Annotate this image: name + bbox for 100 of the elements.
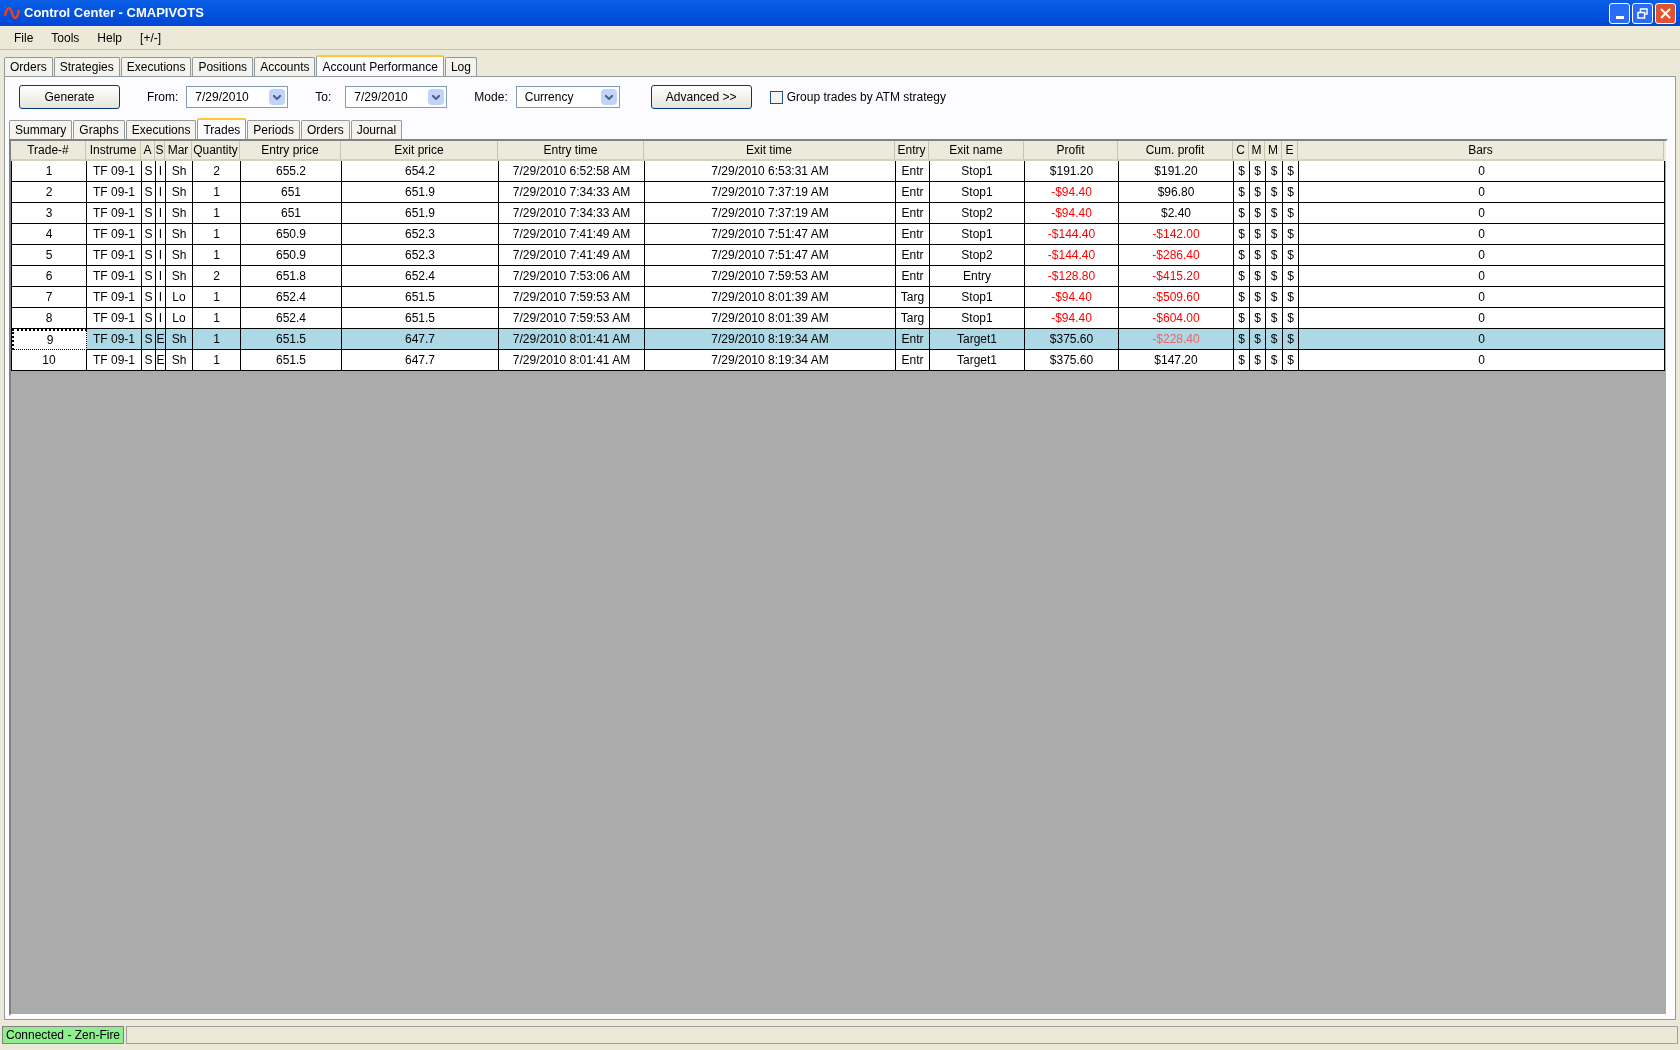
tab[interactable]: Graphs	[73, 120, 125, 139]
table-cell: 650.9	[241, 224, 342, 245]
table-cell: I	[156, 203, 166, 224]
tab[interactable]: Periods	[247, 120, 300, 139]
table-cell: TF 09-1	[87, 308, 142, 329]
from-date-picker[interactable]: 7/29/2010	[186, 86, 289, 108]
table-cell: 651	[241, 182, 342, 203]
table-cell: S	[142, 224, 156, 245]
table-cell: Entr	[896, 245, 930, 266]
tab[interactable]: Orders	[301, 120, 350, 139]
table-cell: $	[1234, 308, 1250, 329]
table-cell: -$286.40	[1119, 245, 1234, 266]
menu-item[interactable]: [+/-]	[132, 28, 170, 47]
menu-item[interactable]: Tools	[43, 28, 88, 47]
table-cell: 651.5	[342, 287, 499, 308]
tab[interactable]: Trades	[197, 118, 247, 140]
table-cell: $	[1266, 182, 1283, 203]
tab[interactable]: Accounts	[254, 57, 316, 76]
table-cell: 1	[193, 224, 241, 245]
minimize-button[interactable]	[1609, 2, 1630, 24]
table-cell: Entr	[896, 329, 930, 350]
table-cell: $	[1266, 329, 1283, 350]
table-cell: $	[1250, 287, 1266, 308]
table-cell: S	[142, 161, 156, 182]
table-cell: Stop1	[930, 224, 1025, 245]
table-cell: 1	[193, 329, 241, 350]
tab[interactable]: Orders	[4, 57, 53, 76]
table-cell: $375.60	[1025, 350, 1119, 371]
table-cell: 7/29/2010 7:34:33 AM	[499, 182, 645, 203]
table-cell: 7/29/2010 6:52:58 AM	[499, 161, 645, 182]
tab[interactable]: Positions	[192, 57, 254, 76]
generate-button[interactable]: Generate	[19, 85, 120, 109]
table-cell: 7/29/2010 8:19:34 AM	[645, 329, 896, 350]
table-cell: 1	[193, 287, 241, 308]
table-cell: 0	[1299, 266, 1665, 287]
table-cell: S	[142, 182, 156, 203]
tab[interactable]: Summary	[9, 120, 73, 139]
table-cell: -$142.00	[1119, 224, 1234, 245]
table-cell: $	[1283, 329, 1299, 350]
menu-item[interactable]: File	[6, 28, 42, 47]
menu-item[interactable]: Help	[89, 28, 131, 47]
table-cell: Entr	[896, 203, 930, 224]
table-cell: 652.4	[342, 266, 499, 287]
table-cell: $	[1266, 224, 1283, 245]
table-cell: 7/29/2010 7:51:47 AM	[645, 224, 896, 245]
table-cell: 8	[12, 308, 87, 329]
table-cell: 10	[12, 350, 87, 371]
table-cell: TF 09-1	[87, 182, 142, 203]
table-cell: TF 09-1	[87, 350, 142, 371]
table-cell: Sh	[166, 329, 193, 350]
table-cell: $	[1250, 350, 1266, 371]
table-cell: Stop1	[930, 308, 1025, 329]
close-button[interactable]	[1655, 2, 1676, 24]
table-cell: S	[142, 203, 156, 224]
restore-button[interactable]	[1632, 2, 1653, 24]
close-icon	[1660, 7, 1671, 19]
tab[interactable]: Log	[444, 57, 477, 76]
mode-dropdown[interactable]: Currency	[515, 86, 620, 108]
table-cell: 0	[1299, 203, 1665, 224]
table-cell: $	[1234, 266, 1250, 287]
table-cell: TF 09-1	[87, 245, 142, 266]
table-cell: Entr	[896, 266, 930, 287]
table-cell: $	[1283, 203, 1299, 224]
table-cell: 7	[12, 287, 87, 308]
table-cell: TF 09-1	[87, 266, 142, 287]
table-cell: S	[142, 287, 156, 308]
connection-status: Connected - Zen-Fire	[2, 1026, 125, 1044]
table-cell: $	[1250, 224, 1266, 245]
table-cell: I	[156, 245, 166, 266]
table-cell: Entr	[896, 224, 930, 245]
table-cell: TF 09-1	[87, 203, 142, 224]
advanced-button[interactable]: Advanced >>	[650, 85, 752, 109]
table-cell: Targ	[896, 287, 930, 308]
table-cell: Sh	[166, 350, 193, 371]
tab[interactable]: Journal	[350, 120, 403, 139]
table-cell: Sh	[166, 266, 193, 287]
table-cell: 652.4	[241, 308, 342, 329]
table-cell: 0	[1299, 308, 1665, 329]
tab[interactable]: Account Performance	[316, 55, 444, 77]
table-cell: Entry	[930, 266, 1025, 287]
table-cell: 654.2	[342, 161, 499, 182]
tab[interactable]: Executions	[120, 57, 192, 76]
table-cell: 7/29/2010 7:37:19 AM	[645, 203, 896, 224]
table-cell: $	[1283, 245, 1299, 266]
table-cell: TF 09-1	[87, 224, 142, 245]
table-cell: 7/29/2010 8:01:39 AM	[645, 287, 896, 308]
table-cell: $	[1283, 308, 1299, 329]
table-cell: Lo	[166, 287, 193, 308]
table-cell: 652.4	[241, 287, 342, 308]
table-cell: S	[142, 308, 156, 329]
tab[interactable]: Executions	[125, 120, 197, 139]
table-cell: Sh	[166, 203, 193, 224]
to-date-picker[interactable]: 7/29/2010	[345, 86, 448, 108]
table-cell: $147.20	[1119, 350, 1234, 371]
group-trades-checkbox[interactable]	[769, 90, 783, 104]
tab[interactable]: Strategies	[53, 57, 120, 76]
table-cell: 651.5	[241, 329, 342, 350]
table-cell: Stop2	[930, 245, 1025, 266]
table-cell: Stop2	[930, 203, 1025, 224]
group-trades-label: Group trades by ATM strategy	[786, 89, 946, 106]
